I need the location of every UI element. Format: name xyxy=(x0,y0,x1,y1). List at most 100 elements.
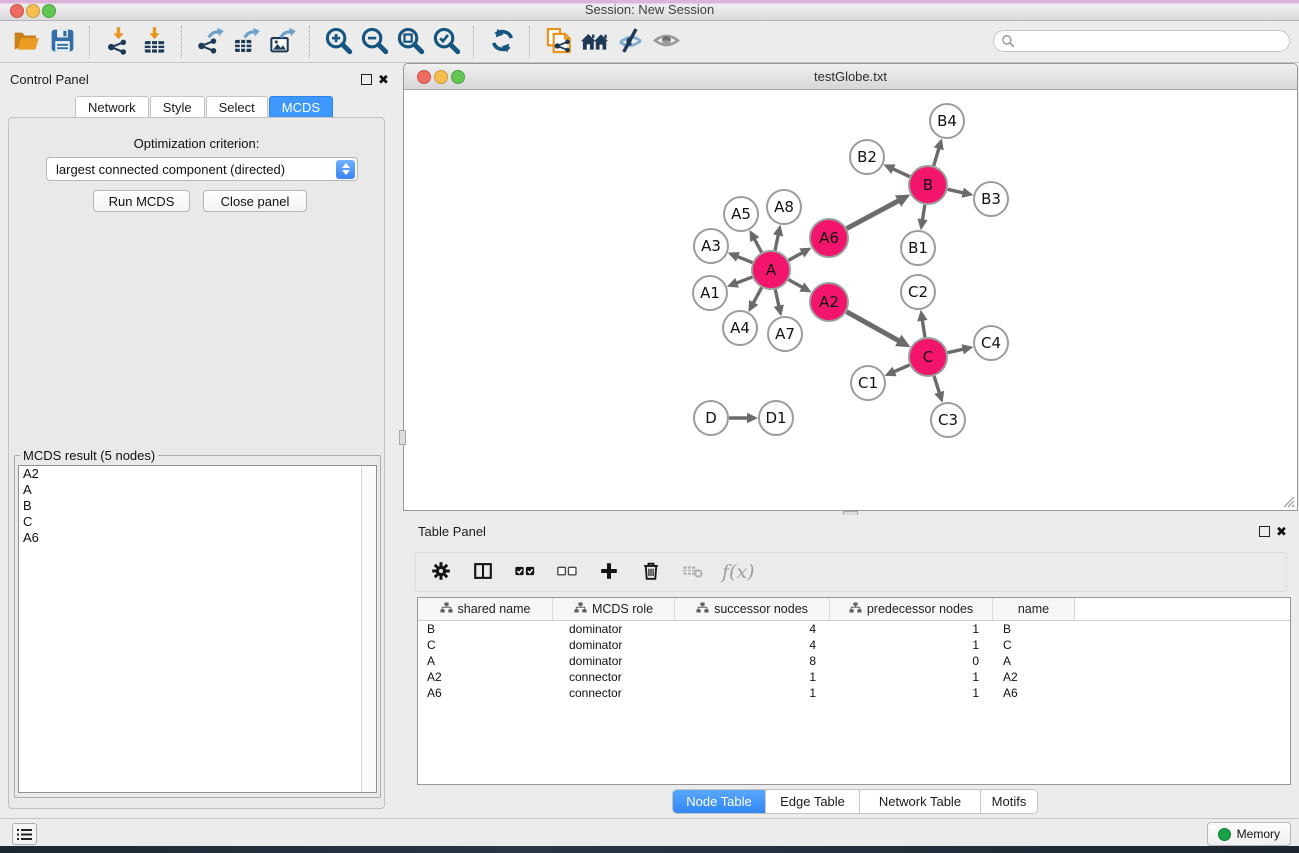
net-close-button[interactable] xyxy=(417,70,431,84)
net-minimize-button[interactable] xyxy=(434,70,448,84)
columns-button[interactable] xyxy=(470,559,496,585)
add-row-button[interactable] xyxy=(596,559,622,585)
graph-node-D[interactable]: D xyxy=(694,401,728,435)
graph-node-A3[interactable]: A3 xyxy=(694,229,728,263)
tab-select[interactable]: Select xyxy=(206,96,268,119)
zoom-fit-button[interactable] xyxy=(392,24,428,60)
graph-edge-A-A8[interactable] xyxy=(773,225,783,251)
mcds-result-item[interactable]: A2 xyxy=(19,466,376,482)
export-table-button[interactable] xyxy=(228,24,264,60)
column-header-successor-nodes[interactable]: successor nodes xyxy=(675,598,830,620)
graph-node-B2[interactable]: B2 xyxy=(850,140,884,174)
graph-node-C3[interactable]: C3 xyxy=(931,403,965,437)
graph-edge-A-A3[interactable] xyxy=(728,252,753,263)
table-row[interactable]: A6connector11A6 xyxy=(418,685,1290,701)
graph-edge-A2-C[interactable] xyxy=(846,312,910,348)
close-panel-button[interactable]: Close panel xyxy=(203,190,307,212)
graph-edge-B-B3[interactable] xyxy=(948,188,974,198)
home-button[interactable] xyxy=(576,24,612,60)
refresh-button[interactable] xyxy=(484,24,520,60)
column-header-name[interactable]: name xyxy=(993,598,1075,620)
graph-edge-C-C3[interactable] xyxy=(934,376,944,403)
tab-motifs[interactable]: Motifs xyxy=(981,790,1037,813)
graph-edge-A-A2[interactable] xyxy=(789,280,812,293)
graph-node-B1[interactable]: B1 xyxy=(901,231,935,265)
graph-node-A5[interactable]: A5 xyxy=(724,197,758,231)
import-network-button[interactable] xyxy=(100,24,136,60)
resize-grip-icon[interactable] xyxy=(1282,495,1295,508)
mcds-result-item[interactable]: C xyxy=(19,514,376,530)
birds-eye-view-button[interactable] xyxy=(648,24,684,60)
graph-node-C2[interactable]: C2 xyxy=(901,275,935,309)
graph-node-A1[interactable]: A1 xyxy=(693,276,727,310)
net-zoom-button[interactable] xyxy=(451,70,465,84)
graph-edge-A-A1[interactable] xyxy=(727,277,752,288)
graph-edge-A6-B[interactable] xyxy=(847,194,911,228)
close-window-button[interactable] xyxy=(10,4,24,18)
graph-node-C4[interactable]: C4 xyxy=(974,326,1008,360)
graph-edge-A-A6[interactable] xyxy=(789,248,812,261)
task-history-button[interactable] xyxy=(12,823,37,845)
mcds-result-item[interactable]: A6 xyxy=(19,530,376,546)
tab-edge-table[interactable]: Edge Table xyxy=(766,790,860,813)
save-session-button[interactable] xyxy=(44,24,80,60)
graph-edge-C-C4[interactable] xyxy=(948,344,974,354)
function-builder-button[interactable]: f(x) xyxy=(722,561,755,583)
graph-node-C[interactable]: C xyxy=(909,338,947,376)
graph-edge-A-A4[interactable] xyxy=(748,288,761,312)
zoom-selected-button[interactable] xyxy=(428,24,464,60)
tab-network-table[interactable]: Network Table xyxy=(860,790,981,813)
graph-node-D1[interactable]: D1 xyxy=(759,401,793,435)
graph-node-B3[interactable]: B3 xyxy=(974,182,1008,216)
graph-edge-A-A7[interactable] xyxy=(774,290,784,317)
select-all-button[interactable] xyxy=(512,559,538,585)
graph-edge-B-B4[interactable] xyxy=(934,138,944,166)
table-float-panel-icon[interactable] xyxy=(1259,526,1270,537)
graph-node-A2[interactable]: A2 xyxy=(810,283,848,321)
tab-mcds[interactable]: MCDS xyxy=(269,96,333,119)
graph-edge-C-C1[interactable] xyxy=(885,365,910,376)
search-box[interactable] xyxy=(993,30,1290,52)
column-header-predecessor-nodes[interactable]: predecessor nodes xyxy=(830,598,993,620)
zoom-window-button[interactable] xyxy=(42,4,56,18)
graph-node-A8[interactable]: A8 xyxy=(767,190,801,224)
run-mcds-button[interactable]: Run MCDS xyxy=(93,190,190,212)
tab-node-table[interactable]: Node Table xyxy=(673,790,766,813)
table-row[interactable]: A2connector11A2 xyxy=(418,669,1290,685)
minimize-window-button[interactable] xyxy=(26,4,40,18)
mcds-result-item[interactable]: A xyxy=(19,482,376,498)
float-panel-icon[interactable] xyxy=(361,74,372,85)
zoom-out-button[interactable] xyxy=(356,24,392,60)
hide-graphics-details-button[interactable] xyxy=(612,24,648,60)
column-header-MCDS-role[interactable]: MCDS role xyxy=(553,598,675,620)
graph-node-B[interactable]: B xyxy=(909,166,947,204)
table-row[interactable]: Adominator80A xyxy=(418,653,1290,669)
mcds-result-item[interactable]: B xyxy=(19,498,376,514)
graph-node-A4[interactable]: A4 xyxy=(723,311,757,345)
open-session-button[interactable] xyxy=(8,24,44,60)
criterion-select[interactable]: largest connected component (directed) xyxy=(46,157,358,181)
zoom-in-button[interactable] xyxy=(320,24,356,60)
settings-button[interactable] xyxy=(428,559,454,585)
search-input[interactable] xyxy=(1019,33,1289,50)
result-scrollbar[interactable] xyxy=(361,466,376,792)
graph-edge-B-B1[interactable] xyxy=(917,205,927,230)
table-close-panel-icon[interactable]: ✖ xyxy=(1276,526,1287,537)
network-from-file-button[interactable] xyxy=(540,24,576,60)
vertical-split-handle[interactable] xyxy=(399,430,406,445)
graph-edge-A-A5[interactable] xyxy=(750,230,762,253)
close-panel-icon[interactable]: ✖ xyxy=(378,74,389,85)
graph-edge-C-C2[interactable] xyxy=(917,310,927,337)
tab-network[interactable]: Network xyxy=(75,96,149,119)
graph-node-B4[interactable]: B4 xyxy=(930,104,964,138)
graph-node-C1[interactable]: C1 xyxy=(851,366,885,400)
column-header-shared-name[interactable]: shared name xyxy=(418,598,553,620)
network-canvas[interactable]: B4B2BB3A8A5A6A3B1AC2A1A2A4A7C4CC1C3DD1 xyxy=(404,90,1297,510)
table-row[interactable]: Bdominator41B xyxy=(418,621,1290,637)
table-row[interactable]: Cdominator41C xyxy=(418,637,1290,653)
graph-node-A[interactable]: A xyxy=(752,251,790,289)
delete-row-button[interactable] xyxy=(638,559,664,585)
export-image-button[interactable] xyxy=(264,24,300,60)
memory-button[interactable]: Memory xyxy=(1207,822,1291,846)
graph-edge-B-B2[interactable] xyxy=(883,164,909,176)
